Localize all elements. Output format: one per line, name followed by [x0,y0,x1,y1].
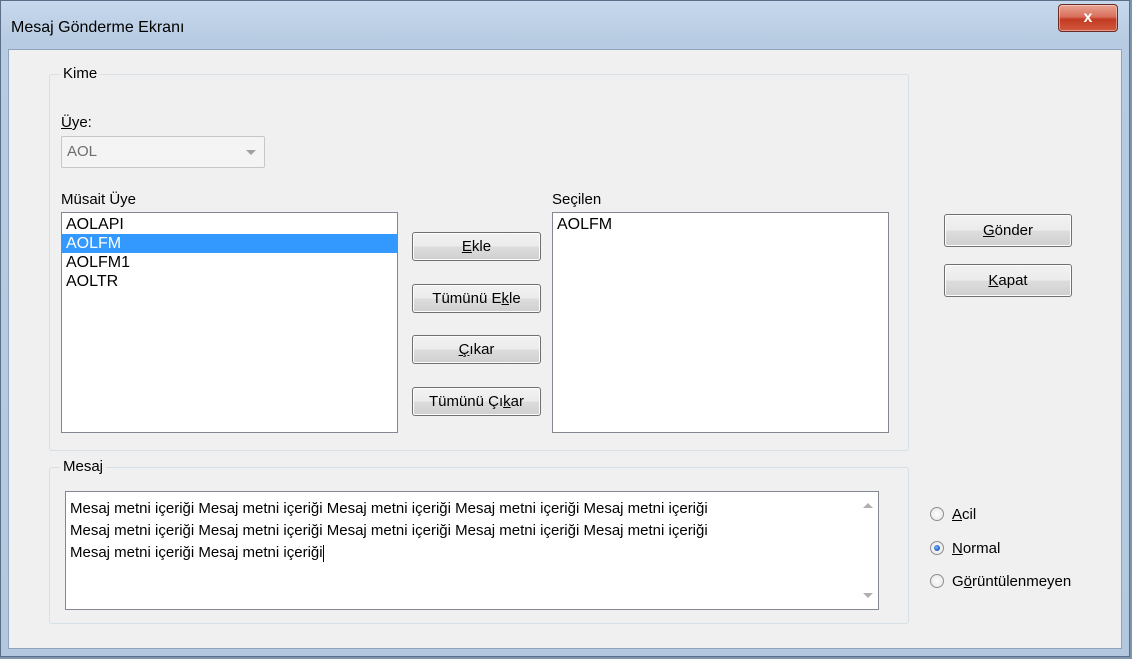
tumunu-ekle-button[interactable]: Tümünü Ekle [412,284,541,313]
tumunu-ekle-label-pre: Tümünü E [432,290,502,307]
radio-normal-label: Normal [952,539,1000,559]
window-title: Mesaj Gönderme Ekranı [11,19,185,36]
mesaj-line: Mesaj metni içeriği Mesaj metni içeriği [70,544,323,561]
tumunu-ekle-mnemonic: k [501,290,510,307]
dialog-client-area: Kime Üye: AOL Müsait Üye Seçilen AOLAPI … [8,49,1122,649]
tumunu-cikar-label-rest: ar [510,393,525,410]
radio-acil[interactable]: Acil [930,505,1110,525]
acil-label-rest: cil [962,506,977,523]
radio-button-icon[interactable] [930,507,944,521]
cikar-label: ıkar [469,341,495,358]
scroll-up-arrow-icon[interactable] [863,503,873,508]
uye-combobox-value: AOL [67,143,98,160]
cikar-button[interactable]: Çıkar [412,335,541,364]
radio-goruntulenmeyen-label: Görüntülenmeyen [952,572,1071,592]
chevron-down-icon[interactable] [246,150,256,155]
radio-button-icon[interactable] [930,574,944,588]
radio-acil-label: Acil [952,505,976,525]
uye-label-mnemonic: Ü [61,114,72,131]
list-item[interactable]: AOLAPI [62,215,397,234]
mesaj-line: Mesaj metni içeriği Mesaj metni içeriği … [70,522,708,539]
list-item[interactable]: AOLTR [62,272,397,291]
gonder-button[interactable]: Gönder [944,214,1072,247]
text-caret [322,544,324,562]
list-item[interactable]: AOLFM1 [62,253,397,272]
musait-uye-label: Müsait Üye [61,191,137,208]
secilen-label: Seçilen [552,191,602,208]
mesaj-scrollbar[interactable] [858,492,878,609]
kapat-mnemonic: K [988,272,999,289]
gonder-mnemonic: G [982,222,995,239]
cikar-mnemonic: Ç [458,341,470,358]
ekle-button[interactable]: Ekle [412,232,541,261]
list-item[interactable]: AOLFM [62,234,397,253]
radio-normal[interactable]: Normal [930,539,1110,559]
uye-combobox[interactable]: AOL [61,136,265,168]
normal-label-rest: ormal [962,540,1001,557]
mesaj-groupbox: Mesaj Mesaj metni içeriği Mesaj metni iç… [49,458,909,624]
goruntulenmeyen-label-pre: G [952,573,964,590]
gonder-label: önder [994,222,1034,239]
scroll-down-arrow-icon[interactable] [863,593,873,598]
mesaj-text: Mesaj metni içeriği Mesaj metni içeriği … [70,498,848,564]
tumunu-ekle-label-rest: le [509,290,521,307]
kapat-button[interactable]: Kapat [944,264,1072,297]
uye-label: Üye: [61,114,92,131]
close-button[interactable]: x [1058,4,1118,32]
tumunu-cikar-button[interactable]: Tümünü Çıkar [412,387,541,416]
goruntulenmeyen-label-rest: rüntülenmeyen [972,573,1072,590]
kapat-label: apat [998,272,1028,289]
secilen-listbox[interactable]: AOLFM [552,212,889,433]
mesaj-legend: Mesaj [60,458,107,475]
ekle-mnemonic: E [461,238,472,255]
uye-label-rest: ye: [71,114,92,131]
dialog-window: Mesaj Gönderme Ekranı x Kime Üye: AOL Mü… [0,0,1130,657]
list-item[interactable]: AOLFM [553,215,888,234]
normal-mnemonic: N [952,540,963,557]
mesaj-line: Mesaj metni içeriği Mesaj metni içeriği … [70,500,708,517]
tumunu-cikar-mnemonic: k [503,393,511,410]
radio-button-checked-icon[interactable] [930,541,944,555]
goruntulenmeyen-mnemonic: ö [963,573,973,590]
kime-legend: Kime [60,65,101,82]
acil-mnemonic: A [952,506,963,523]
kime-groupbox: Kime Üye: AOL Müsait Üye Seçilen AOLAPI … [49,65,909,451]
ekle-label: kle [471,238,492,255]
tumunu-cikar-label-pre: Tümünü Çı [428,393,504,410]
radio-goruntulenmeyen[interactable]: Görüntülenmeyen [930,572,1110,592]
mesaj-line-last: Mesaj metni içeriği Mesaj metni içeriği [70,542,848,564]
title-bar[interactable]: Mesaj Gönderme Ekranı x [1,1,1129,49]
mesaj-textarea[interactable]: Mesaj metni içeriği Mesaj metni içeriği … [65,491,879,610]
musait-uye-listbox[interactable]: AOLAPI AOLFM AOLFM1 AOLTR [61,212,398,433]
